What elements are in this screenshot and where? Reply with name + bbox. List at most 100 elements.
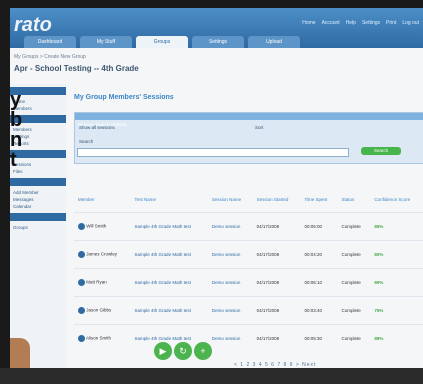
member-cell[interactable]: James Crowley: [74, 240, 131, 269]
top-link[interactable]: Account: [322, 20, 340, 26]
search-button[interactable]: Search: [361, 147, 401, 155]
member-cell[interactable]: Matt Ryan: [74, 268, 131, 297]
user-icon: [78, 307, 85, 314]
status-cell: Complete: [337, 240, 371, 269]
member-name: Will Smith: [86, 223, 107, 229]
status-cell: Complete: [337, 268, 371, 297]
score-cell: 85%: [370, 212, 423, 241]
member-name: Matt Ryan: [86, 279, 107, 285]
tab-my-stuff[interactable]: My Stuff: [80, 36, 132, 48]
score-cell: 80%: [370, 240, 423, 269]
status-cell: Complete: [337, 296, 371, 325]
sidebar-item[interactable]: Calendar: [10, 203, 66, 210]
filter-label-show[interactable]: Show all sessions: [79, 125, 115, 130]
app-logo: rato: [14, 14, 52, 36]
table-header-row: Member Test Name Session Name Session St…: [74, 186, 423, 213]
member-cell[interactable]: Alison Smith: [74, 324, 131, 352]
score-cell: 88%: [370, 324, 423, 352]
sessions-panel: My Group Members' Sessions Session Searc…: [74, 94, 423, 376]
test-link[interactable]: Sample 4th Grade Math test: [130, 268, 208, 297]
main-tabs: Dashboard My Stuff Groups Settings Uploa…: [24, 36, 300, 48]
play-button[interactable]: ▶: [154, 342, 172, 360]
score-cell: 90%: [370, 268, 423, 297]
table-row[interactable]: Alison Smith Sample 4th Grade Math test …: [74, 324, 423, 352]
sidebar-item[interactable]: Add Member: [10, 189, 66, 196]
top-link[interactable]: Print: [386, 20, 396, 26]
column-header[interactable]: Test Name: [131, 186, 208, 213]
overlay-text: y b n t: [10, 90, 22, 170]
filter-header: Session Search Options: [75, 113, 423, 127]
top-link[interactable]: Home: [302, 20, 315, 26]
score-cell: 75%: [370, 296, 423, 325]
status-cell: Complete: [337, 324, 371, 352]
breadcrumb[interactable]: My Groups > Create New Group: [14, 54, 86, 60]
status-bar: [0, 368, 423, 384]
tab-settings[interactable]: Settings: [192, 36, 244, 48]
status-cell: Complete: [337, 212, 371, 241]
time-cell: 00:05:30: [300, 324, 338, 352]
user-icon: [78, 223, 85, 230]
top-link[interactable]: Settings: [362, 20, 380, 26]
overlay-letter: y: [10, 89, 22, 111]
sidebar-header: [10, 213, 66, 221]
table-row[interactable]: James Crowley Sample 4th Grade Math test…: [74, 240, 423, 269]
filter-label-search: Search: [79, 139, 94, 144]
top-bar: rato Home Account Help Settings Print Lo…: [10, 8, 423, 48]
filter-label-sort[interactable]: Sort: [255, 125, 263, 130]
filter-box: Session Search Options Show all sessions…: [74, 112, 423, 164]
search-input[interactable]: [77, 148, 349, 157]
sidebar-item[interactable]: Groups: [10, 224, 66, 231]
overlay-letter: t: [10, 149, 17, 171]
sessions-table: Member Test Name Session Name Session St…: [74, 186, 423, 352]
date-cell: 04/17/2008: [252, 240, 301, 269]
column-header[interactable]: Member: [74, 186, 131, 213]
column-header[interactable]: Confidence Score: [370, 186, 423, 213]
tab-upload[interactable]: Upload: [248, 36, 300, 48]
test-link[interactable]: Sample 4th Grade Math test: [130, 212, 208, 241]
column-header[interactable]: Session Started: [253, 186, 301, 213]
table-row[interactable]: Matt Ryan Sample 4th Grade Math test Dem…: [74, 268, 423, 297]
member-name: Alison Smith: [86, 335, 112, 341]
user-icon: [78, 335, 85, 342]
overlay-letter: b: [10, 109, 23, 131]
test-link[interactable]: Sample 4th Grade Math test: [130, 296, 208, 325]
column-header[interactable]: Session Name: [208, 186, 253, 213]
time-cell: 00:05:00: [300, 212, 338, 241]
add-button[interactable]: +: [194, 342, 212, 360]
member-name: Jason Gibbs: [86, 307, 112, 313]
date-cell: 04/17/2008: [252, 296, 301, 325]
user-icon: [78, 279, 85, 286]
user-icon: [78, 251, 85, 258]
date-cell: 04/17/2008: [252, 268, 301, 297]
sidebar-item[interactable]: Messages: [10, 196, 66, 203]
overlay-letter: n: [10, 129, 23, 151]
tab-groups[interactable]: Groups: [136, 36, 188, 48]
top-links: Home Account Help Settings Print Log out: [302, 20, 419, 26]
session-link[interactable]: Demo session: [207, 324, 253, 352]
test-link[interactable]: Sample 4th Grade Math test: [130, 240, 208, 269]
top-link[interactable]: Log out: [402, 20, 419, 26]
session-link[interactable]: Demo session: [207, 268, 253, 297]
time-cell: 00:04:20: [300, 240, 338, 269]
time-cell: 00:06:10: [300, 268, 338, 297]
sidebar-header: [10, 178, 66, 186]
action-buttons: ▶ ↻ +: [154, 342, 212, 360]
session-link[interactable]: Demo session: [207, 240, 253, 269]
column-header[interactable]: Status: [338, 186, 371, 213]
tab-dashboard[interactable]: Dashboard: [24, 36, 76, 48]
member-cell[interactable]: Jason Gibbs: [74, 296, 131, 325]
date-cell: 04/17/2008: [252, 212, 301, 241]
browser-window: rato Home Account Help Settings Print Lo…: [10, 8, 423, 376]
time-cell: 00:03:40: [300, 296, 338, 325]
column-header[interactable]: Time Spent: [300, 186, 337, 213]
page-title: Apr - School Testing -- 4th Grade: [14, 64, 139, 73]
table-row[interactable]: Will Smith Sample 4th Grade Math test De…: [74, 212, 423, 241]
session-link[interactable]: Demo session: [207, 296, 253, 325]
member-name: James Crowley: [86, 251, 118, 257]
member-cell[interactable]: Will Smith: [74, 212, 131, 241]
top-link[interactable]: Help: [346, 20, 356, 26]
session-link[interactable]: Demo session: [207, 212, 253, 241]
table-row[interactable]: Jason Gibbs Sample 4th Grade Math test D…: [74, 296, 423, 325]
refresh-button[interactable]: ↻: [174, 342, 192, 360]
panel-title: My Group Members' Sessions: [74, 94, 174, 101]
